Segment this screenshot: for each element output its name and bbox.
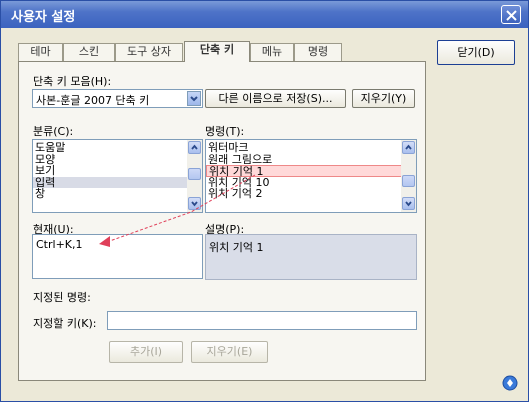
tab-shortcut[interactable]: 단축 키 — [184, 41, 250, 62]
close-button[interactable]: 닫기(D) — [437, 40, 515, 65]
remove-button[interactable]: 지우기(E) — [191, 341, 268, 363]
assigned-command-label: 지정된 명령: — [33, 291, 91, 304]
add-button[interactable]: 추가(I) — [109, 341, 183, 363]
save-as-button[interactable]: 다른 이름으로 저장(S)... — [205, 89, 346, 108]
window-title: 사용자 설정 — [11, 10, 76, 25]
assign-key-input[interactable] — [107, 311, 417, 330]
list-item[interactable]: 워터마크 — [206, 142, 416, 154]
description-value: 위치 기억 1 — [209, 241, 264, 254]
list-item[interactable]: 원래 그림으로 — [206, 154, 416, 166]
current-keys-box[interactable]: Ctrl+K,1 — [32, 234, 203, 279]
command-list[interactable]: 워터마크 원래 그림으로 위치 기억 1 위치 기억 10 위치 기억 2 — [205, 139, 417, 213]
list-item-selected[interactable]: 입력 — [33, 176, 202, 188]
scroll-thumb[interactable] — [402, 175, 415, 187]
dropdown-arrow-icon[interactable] — [187, 91, 201, 106]
delete-set-button[interactable]: 지우기(Y) — [352, 89, 415, 108]
tab-toolbox[interactable]: 도구 상자 — [115, 43, 183, 61]
scroll-thumb[interactable] — [188, 168, 201, 180]
category-scrollbar[interactable] — [187, 140, 202, 212]
list-item[interactable]: 창 — [33, 188, 202, 200]
tab-menu[interactable]: 메뉴 — [250, 43, 294, 61]
shortcut-set-select[interactable]: 사본-훈글 2007 단축 키 — [32, 89, 203, 108]
tab-command[interactable]: 명령 — [294, 43, 342, 61]
tab-skin[interactable]: 스킨 — [63, 43, 115, 61]
scroll-up-icon[interactable] — [402, 141, 415, 154]
assign-key-label: 지정할 키(K): — [33, 317, 97, 330]
category-list[interactable]: 도움말 모양 보기 입력 창 — [32, 139, 203, 213]
shortcut-panel: 단축 키 모음(H): 사본-훈글 2007 단축 키 다른 이름으로 저장(S… — [18, 61, 426, 381]
list-item[interactable]: 모양 — [33, 154, 202, 166]
list-item[interactable]: 위치 기억 2 — [206, 188, 416, 200]
scroll-down-icon[interactable] — [188, 197, 201, 210]
scroll-up-icon[interactable] — [188, 141, 201, 154]
title-bar[interactable]: 사용자 설정 — [1, 1, 528, 28]
list-item-selected[interactable]: 위치 기억 1 — [206, 165, 416, 177]
shortcut-set-label: 단축 키 모음(H): — [33, 75, 112, 88]
command-label: 명령(T): — [205, 125, 245, 138]
tab-theme[interactable]: 테마 — [18, 43, 63, 61]
description-box: 위치 기억 1 — [205, 234, 417, 280]
scroll-down-icon[interactable] — [402, 197, 415, 210]
list-item[interactable]: 보기 — [33, 165, 202, 177]
category-label: 분류(C): — [33, 125, 74, 138]
help-icon[interactable] — [502, 375, 518, 391]
close-icon — [506, 10, 517, 21]
close-window-button[interactable] — [501, 5, 521, 24]
current-key-value: Ctrl+K,1 — [36, 238, 83, 251]
dialog-window: 사용자 설정 테마 스킨 도구 상자 단축 키 메뉴 명령 닫기(D) 단축 키… — [0, 0, 529, 402]
command-scrollbar[interactable] — [401, 140, 416, 212]
list-item[interactable]: 도움말 — [33, 142, 202, 154]
